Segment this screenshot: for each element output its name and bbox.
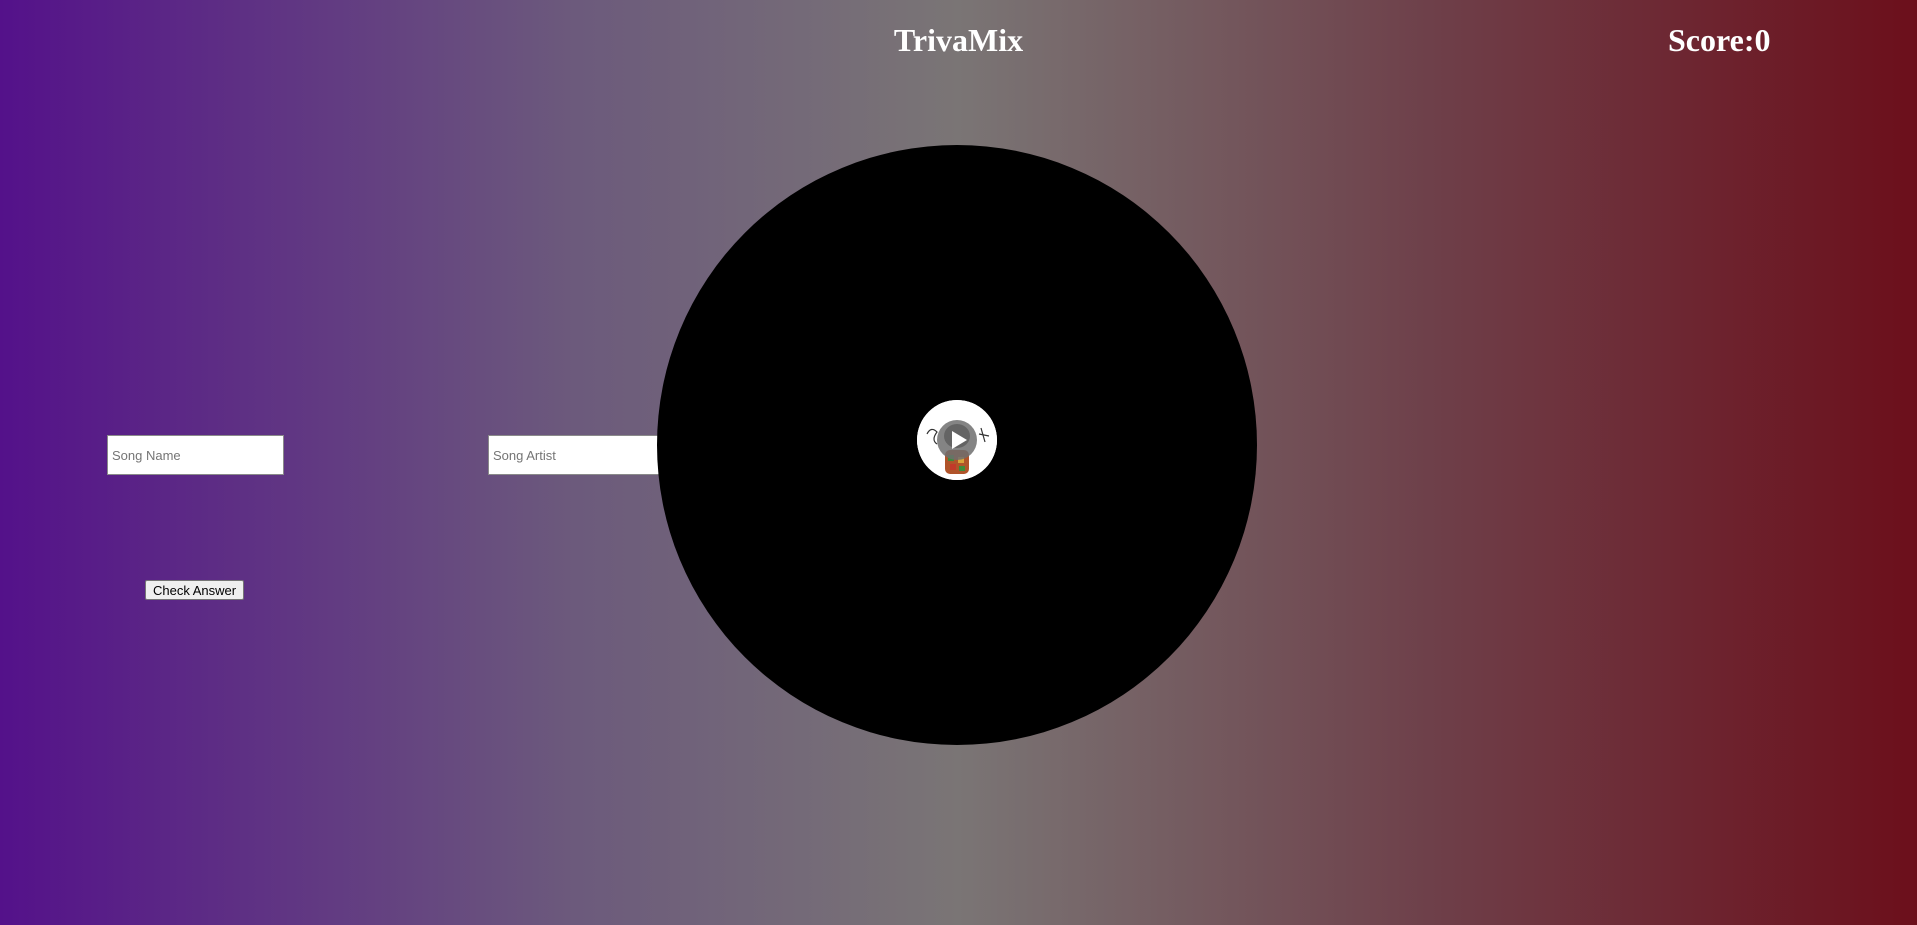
app-title: TrivaMix <box>893 22 1024 58</box>
score-display: Score:0 <box>1668 20 1770 60</box>
play-icon <box>952 431 967 449</box>
score-value: 0 <box>1754 22 1771 58</box>
check-answer-button[interactable]: Check Answer <box>145 580 245 600</box>
score-label: Score: <box>1668 22 1755 58</box>
song-artist-input[interactable] <box>488 435 665 475</box>
play-button[interactable] <box>937 420 977 460</box>
song-name-input[interactable] <box>107 435 284 475</box>
